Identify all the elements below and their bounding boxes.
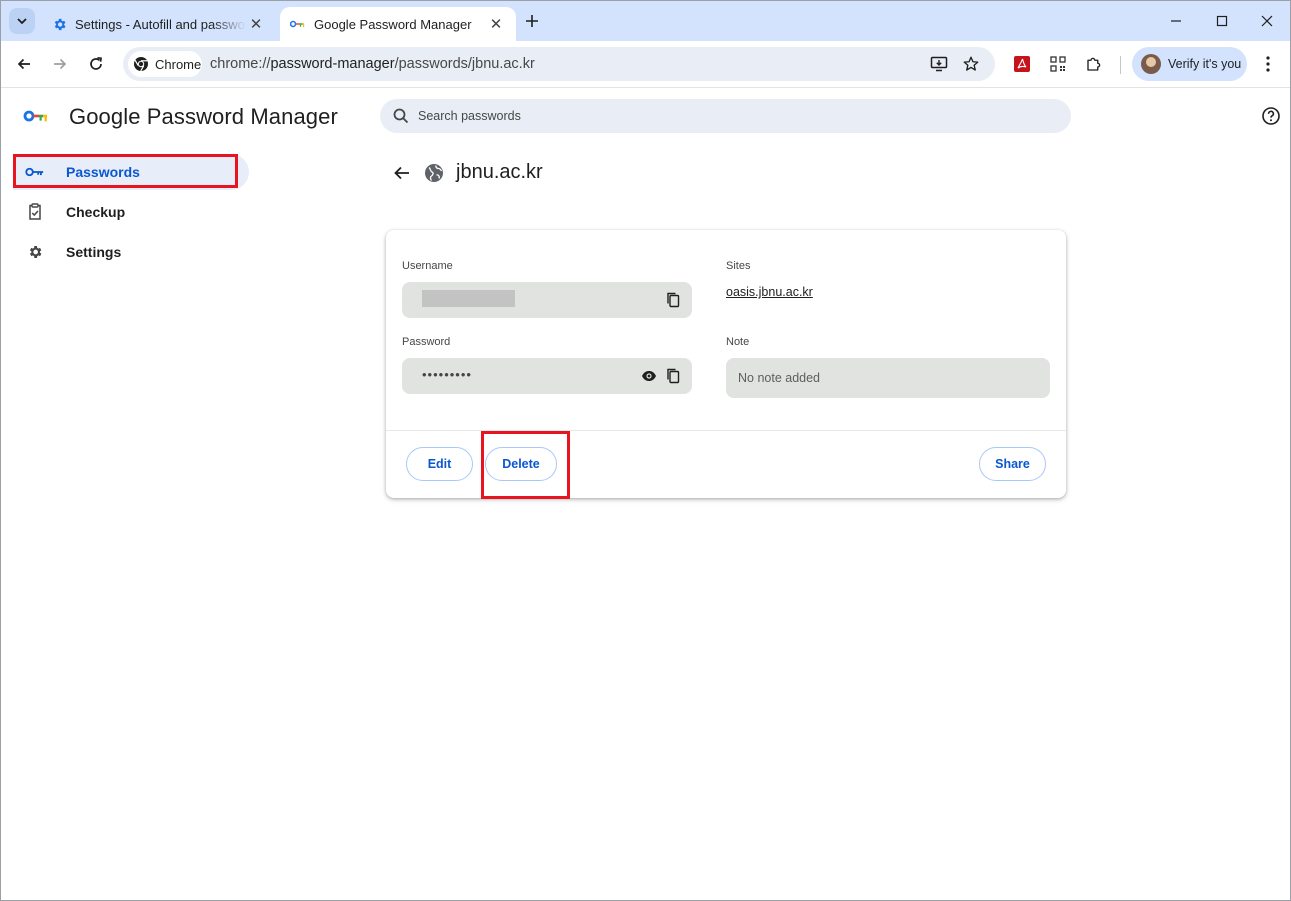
sidebar-item-label: Checkup (66, 204, 126, 220)
tab-strip: Settings - Autofill and passwords ✕ Goog… (1, 1, 1290, 41)
note-field: No note added (726, 358, 1050, 398)
search-bar[interactable] (380, 99, 1071, 133)
toolbar-divider (1120, 56, 1121, 74)
username-value-redacted (422, 290, 515, 307)
chip-label: Chrome (155, 56, 202, 72)
reload-button[interactable] (82, 50, 110, 78)
password-field[interactable]: ••••••••• (402, 358, 692, 394)
globe-icon (425, 164, 443, 182)
delete-button[interactable]: Delete (485, 447, 557, 481)
tab-title: Google Password Manager (314, 16, 472, 32)
card-divider (386, 430, 1066, 431)
browser-toolbar: Chrome chrome://password-manager/passwor… (1, 41, 1290, 88)
search-icon (393, 108, 409, 124)
password-detail-card: Username Password ••••••••• Sites oasis.… (386, 230, 1066, 498)
back-arrow-icon[interactable] (391, 162, 413, 184)
url-text[interactable]: chrome://password-manager/passwords/jbnu… (210, 56, 535, 72)
close-icon[interactable]: ✕ (486, 14, 506, 34)
url-host: password-manager (270, 56, 395, 72)
copy-icon[interactable] (663, 290, 683, 310)
maximize-icon (1216, 15, 1228, 27)
tab-search-button[interactable] (9, 8, 35, 34)
reload-icon (90, 56, 102, 70)
back-button[interactable] (10, 50, 38, 78)
search-input[interactable] (416, 108, 1020, 124)
url-scheme: chrome:// (210, 56, 271, 72)
share-button[interactable]: Share (979, 447, 1046, 481)
gear-icon (25, 242, 45, 262)
avatar (1141, 54, 1161, 74)
new-tab-button[interactable] (521, 10, 543, 32)
clipboard-check-icon (25, 202, 45, 222)
gear-icon (51, 16, 67, 32)
close-icon[interactable]: ✕ (246, 14, 266, 34)
sidebar-item-settings[interactable]: Settings (13, 234, 249, 270)
chrome-logo-icon (134, 57, 148, 72)
password-manager-logo-icon (23, 110, 47, 122)
forward-button[interactable] (46, 50, 74, 78)
key-icon (290, 16, 306, 32)
sidebar-item-checkup[interactable]: Checkup (13, 194, 249, 230)
window-close-button[interactable] (1244, 1, 1290, 41)
more-menu-icon[interactable] (1258, 52, 1278, 76)
close-icon (1261, 15, 1273, 27)
tab-password-manager[interactable]: Google Password Manager ✕ (280, 7, 516, 41)
minimize-icon (1171, 20, 1181, 22)
pdf-extension-icon[interactable] (1010, 52, 1034, 76)
username-label: Username (402, 260, 453, 272)
key-icon (25, 162, 45, 182)
edit-button[interactable]: Edit (406, 447, 473, 481)
username-field[interactable] (402, 282, 692, 318)
tab-title: Settings - Autofill and passwords (75, 16, 246, 32)
profile-label: Verify it's you (1168, 57, 1242, 71)
profile-button[interactable]: Verify it's you (1132, 47, 1247, 81)
extensions-puzzle-icon[interactable] (1082, 52, 1106, 76)
url-path: /passwords/jbnu.ac.kr (394, 56, 535, 72)
plus-icon (526, 15, 538, 27)
install-app-icon[interactable] (929, 54, 949, 74)
app-title: Google Password Manager (69, 104, 338, 129)
arrow-left-icon (17, 58, 30, 70)
arrow-right-icon (54, 58, 67, 70)
sidebar-item-label: Passwords (66, 164, 140, 180)
password-label: Password (402, 336, 451, 348)
qr-code-icon[interactable] (1046, 52, 1070, 76)
site-info-chip[interactable]: Chrome (128, 51, 202, 77)
help-icon[interactable] (1261, 106, 1281, 126)
minimize-button[interactable] (1153, 1, 1199, 41)
maximize-button[interactable] (1199, 1, 1245, 41)
copy-icon[interactable] (663, 366, 683, 386)
browser-window: Settings - Autofill and passwords ✕ Goog… (0, 0, 1291, 901)
sites-label: Sites (726, 260, 751, 272)
note-label: Note (726, 336, 750, 348)
password-masked-value: ••••••••• (422, 367, 472, 382)
chevron-down-icon (17, 18, 27, 25)
site-link[interactable]: oasis.jbnu.ac.kr (726, 285, 813, 299)
bookmark-star-icon[interactable] (961, 54, 981, 74)
detail-title: jbnu.ac.kr (456, 161, 543, 183)
address-bar[interactable]: Chrome chrome://password-manager/passwor… (123, 47, 995, 81)
sidebar-item-label: Settings (66, 244, 122, 260)
sidebar-item-passwords[interactable]: Passwords (13, 154, 249, 190)
note-value: No note added (738, 371, 821, 385)
tab-settings[interactable]: Settings - Autofill and passwords ✕ (41, 7, 276, 41)
eye-icon[interactable] (639, 366, 659, 386)
